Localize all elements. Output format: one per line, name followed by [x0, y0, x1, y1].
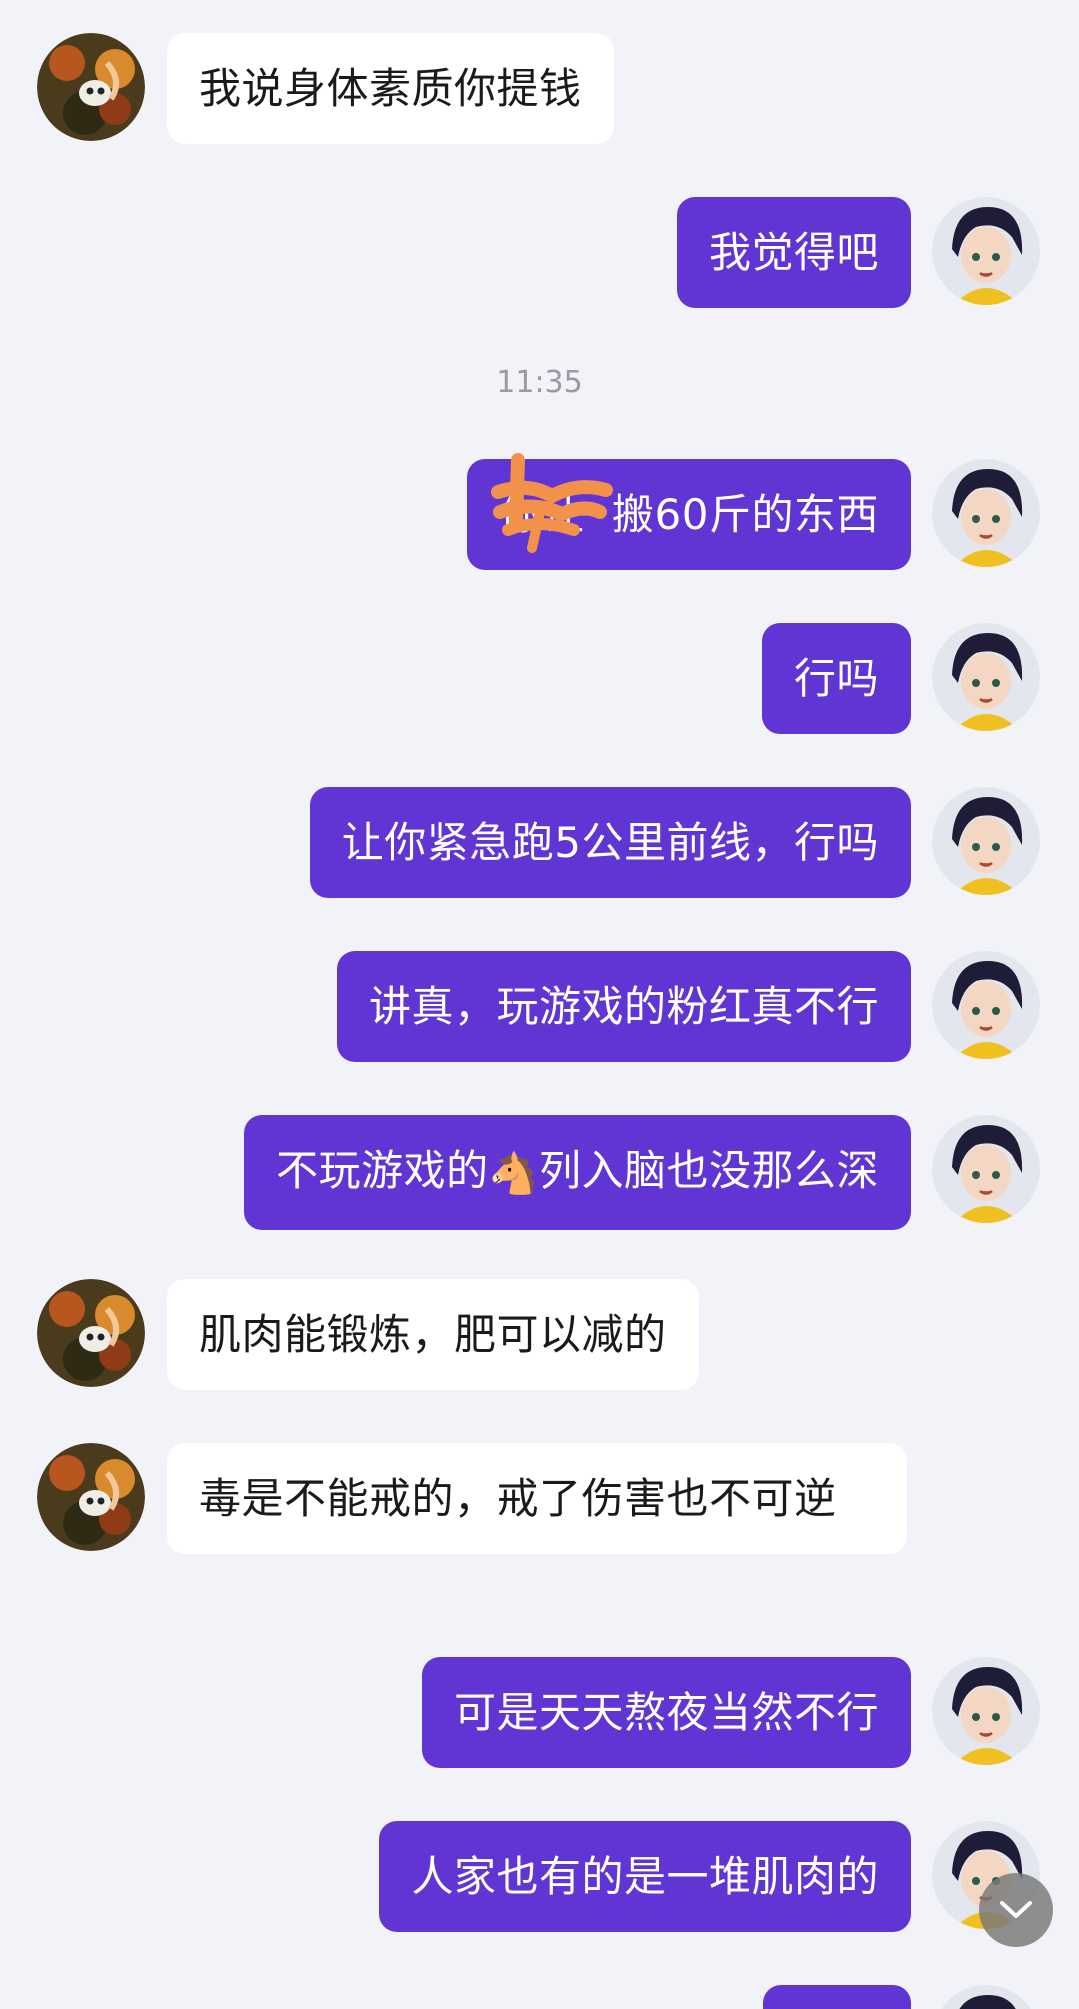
incoming-message-bubble[interactable]: 毒是不能戒的，戒了伤害也不可逆 [167, 1443, 907, 1554]
self-avatar-icon[interactable] [932, 623, 1040, 731]
horse-emoji-icon: 🐴 [488, 1151, 539, 1197]
message-text: 列入脑也没那么深 [538, 1146, 879, 1195]
incoming-message-bubble[interactable]: 我说身体素质你提钱 [167, 33, 614, 144]
outgoing-message-bubble[interactable]: 我觉得吧 [676, 197, 911, 308]
outgoing-message-bubble[interactable]: 不玩游戏的🐴列入脑也没那么深 [244, 1115, 911, 1230]
self-avatar-icon[interactable] [932, 1115, 1040, 1223]
scroll-down-button[interactable] [979, 1873, 1053, 1947]
self-avatar-icon[interactable] [932, 951, 1040, 1059]
outgoing-message-bubble[interactable]: 人家也有的是一堆肌肉的 [379, 1821, 911, 1932]
self-avatar-icon[interactable] [932, 197, 1040, 305]
contact-avatar-icon[interactable] [37, 1443, 145, 1551]
outgoing-message-bubble[interactable] [763, 1985, 911, 2009]
incoming-message-bubble[interactable]: 肌肉能锻炼，肥可以减的 [167, 1279, 699, 1390]
outgoing-message-bubble[interactable]: 让你紧急跑5公里前线，行吗 [309, 787, 911, 898]
redaction-scribble [491, 453, 613, 553]
self-avatar-icon[interactable] [932, 1985, 1040, 2009]
message-text: 不玩游戏的 [276, 1146, 489, 1195]
contact-avatar-icon[interactable] [37, 1279, 145, 1387]
chevron-down-icon [1000, 1901, 1032, 1918]
self-avatar-icon[interactable] [932, 1657, 1040, 1765]
self-avatar-icon[interactable] [932, 787, 1040, 895]
outgoing-message-bubble[interactable]: 可是天天熬夜当然不行 [421, 1657, 911, 1768]
contact-avatar-icon[interactable] [37, 33, 145, 141]
outgoing-message-bubble[interactable]: 讲真，玩游戏的粉红真不行 [336, 951, 911, 1062]
chat-screen[interactable]: 我说身体素质你提钱 我觉得吧 11:35 你让 搬60斤的东西 行吗 让你紧急跑… [0, 0, 1079, 2009]
message-timestamp: 11:35 [496, 365, 583, 400]
outgoing-message-bubble[interactable]: 行吗 [761, 623, 911, 734]
self-avatar-icon[interactable] [932, 459, 1040, 567]
